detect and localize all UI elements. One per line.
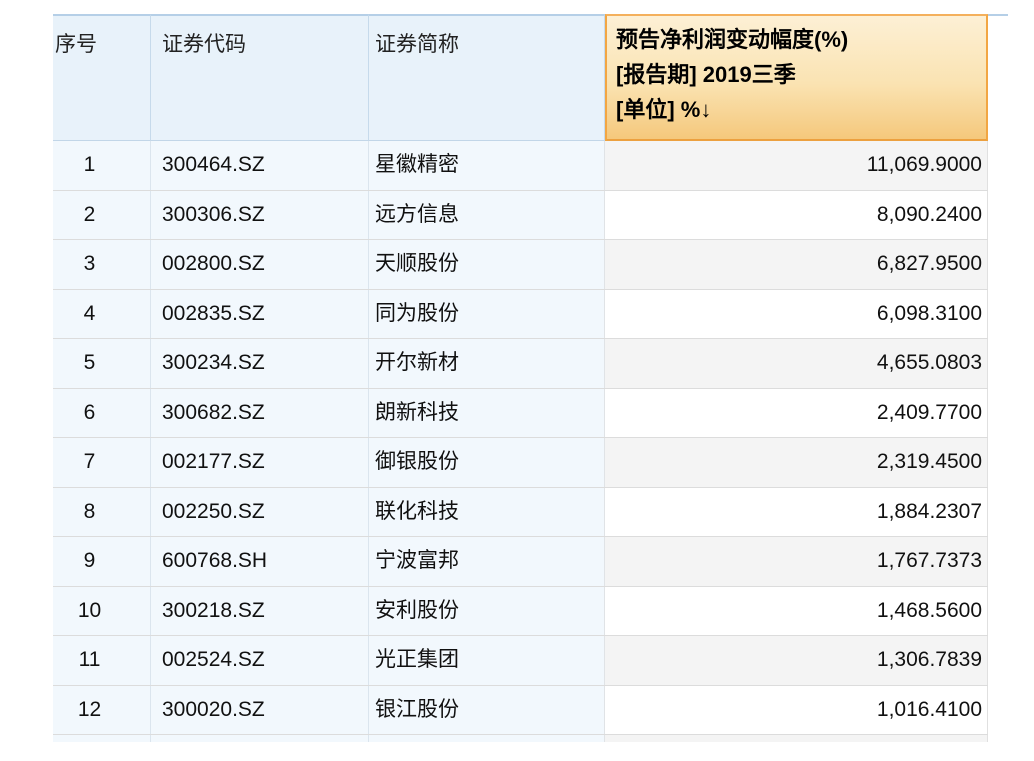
- row-index-cell: 2: [53, 191, 151, 240]
- security-code-cell: 300306.SZ: [151, 191, 369, 240]
- table-row[interactable]: 7 002177.SZ 御银股份 2,319.4500: [53, 438, 988, 488]
- results-table: 序号 证券代码 证券简称 预告净利润变动幅度(%) [报告期] 2019三季 […: [53, 14, 988, 742]
- value-cell: 8,090.2400: [605, 191, 988, 240]
- security-name-cell: 银江股份: [369, 686, 605, 735]
- table-header-row: 序号 证券代码 证券简称 预告净利润变动幅度(%) [报告期] 2019三季 […: [53, 14, 988, 141]
- table-row[interactable]: 10 300218.SZ 安利股份 1,468.5600: [53, 587, 988, 637]
- security-name-cell: 同为股份: [369, 290, 605, 339]
- row-index-cell: 8: [53, 488, 151, 537]
- value-cell: 1,468.5600: [605, 587, 988, 636]
- security-name-cell: 远方信息: [369, 191, 605, 240]
- row-index-cell: 11: [53, 636, 151, 685]
- table-row[interactable]: 3 002800.SZ 天顺股份 6,827.9500: [53, 240, 988, 290]
- security-name-cell: 朗新科技: [369, 389, 605, 438]
- security-code-cell: 002524.SZ: [151, 636, 369, 685]
- security-code-cell: 300464.SZ: [151, 141, 369, 190]
- security-name-cell: 星徽精密: [369, 141, 605, 190]
- column-header-security-name[interactable]: 证券简称: [369, 14, 605, 141]
- value-cell: 11,069.9000: [605, 141, 988, 190]
- value-cell: 1,016.4100: [605, 686, 988, 735]
- value-cell: 6,827.9500: [605, 240, 988, 289]
- security-code-cell: 600768.SH: [151, 537, 369, 586]
- security-name-cell: 开尔新材: [369, 339, 605, 388]
- row-index-cell: 1: [53, 141, 151, 190]
- security-code-cell: 300234.SZ: [151, 339, 369, 388]
- table-row[interactable]: 11 002524.SZ 光正集团 1,306.7839: [53, 636, 988, 686]
- security-code-cell: 002835.SZ: [151, 290, 369, 339]
- stock-screener-table-view: 序号 证券代码 证券简称 预告净利润变动幅度(%) [报告期] 2019三季 […: [0, 0, 1034, 761]
- value-cell: 1,306.7839: [605, 636, 988, 685]
- table-row[interactable]: 4 002835.SZ 同为股份 6,098.3100: [53, 290, 988, 340]
- partial-row: [53, 735, 988, 742]
- row-index-cell: 5: [53, 339, 151, 388]
- value-cell: 1,767.7373: [605, 537, 988, 586]
- security-code-cell: 002250.SZ: [151, 488, 369, 537]
- value-cell: 4,655.0803: [605, 339, 988, 388]
- column-header-index[interactable]: 序号: [53, 14, 151, 141]
- security-code-cell: 300020.SZ: [151, 686, 369, 735]
- row-index-cell: 3: [53, 240, 151, 289]
- table-row[interactable]: 1 300464.SZ 星徽精密 11,069.9000: [53, 141, 988, 191]
- column-header-forecast-net-profit-change[interactable]: 预告净利润变动幅度(%) [报告期] 2019三季 [单位] %↓: [605, 14, 988, 141]
- table-row[interactable]: 6 300682.SZ 朗新科技 2,409.7700: [53, 389, 988, 439]
- security-name-cell: 联化科技: [369, 488, 605, 537]
- security-name-cell: 天顺股份: [369, 240, 605, 289]
- security-code-cell: 002177.SZ: [151, 438, 369, 487]
- security-code-cell: 002800.SZ: [151, 240, 369, 289]
- row-index-cell: 6: [53, 389, 151, 438]
- value-cell: 2,409.7700: [605, 389, 988, 438]
- column-header-security-code[interactable]: 证券代码: [151, 14, 369, 141]
- security-name-cell: 安利股份: [369, 587, 605, 636]
- table-row[interactable]: 9 600768.SH 宁波富邦 1,767.7373: [53, 537, 988, 587]
- table-row[interactable]: 8 002250.SZ 联化科技 1,884.2307: [53, 488, 988, 538]
- value-header-report-period-line: [报告期] 2019三季: [616, 57, 978, 92]
- security-name-cell: 光正集团: [369, 636, 605, 685]
- value-cell: 6,098.3100: [605, 290, 988, 339]
- row-index-cell: 10: [53, 587, 151, 636]
- value-cell: 2,319.4500: [605, 438, 988, 487]
- table-row[interactable]: 12 300020.SZ 银江股份 1,016.4100: [53, 686, 988, 736]
- sort-descending-icon: ↓: [700, 97, 711, 122]
- row-index-cell: 12: [53, 686, 151, 735]
- value-header-metric-line: 预告净利润变动幅度(%): [616, 22, 978, 57]
- security-name-cell: 御银股份: [369, 438, 605, 487]
- table-top-border-stub: [988, 14, 1008, 16]
- row-index-cell: 9: [53, 537, 151, 586]
- table-body: 1 300464.SZ 星徽精密 11,069.9000 2 300306.SZ…: [53, 141, 988, 735]
- table-row[interactable]: 5 300234.SZ 开尔新材 4,655.0803: [53, 339, 988, 389]
- row-index-cell: 4: [53, 290, 151, 339]
- table-row[interactable]: 2 300306.SZ 远方信息 8,090.2400: [53, 191, 988, 241]
- security-name-cell: 宁波富邦: [369, 537, 605, 586]
- value-header-unit-line: [单位] %↓: [616, 92, 978, 127]
- security-code-cell: 300682.SZ: [151, 389, 369, 438]
- value-cell: 1,884.2307: [605, 488, 988, 537]
- row-index-cell: 7: [53, 438, 151, 487]
- security-code-cell: 300218.SZ: [151, 587, 369, 636]
